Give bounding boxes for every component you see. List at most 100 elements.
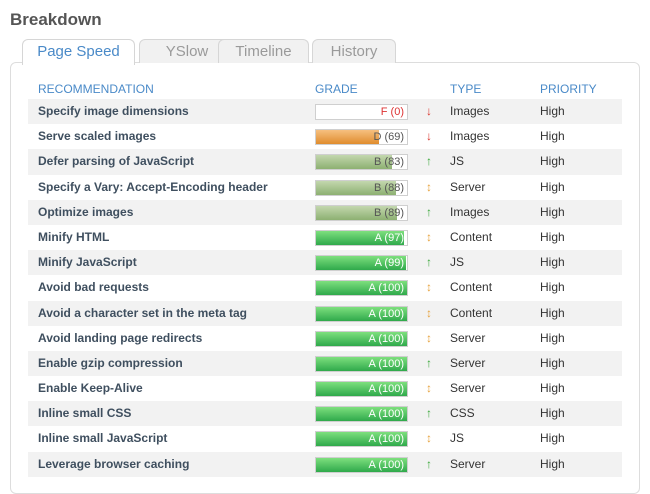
grade-bar: A (100) (315, 355, 408, 372)
table-row[interactable]: Minify HTML A (97) ↕ Content High (28, 225, 622, 250)
grade-value: B (89) (374, 206, 404, 219)
arrow-up-icon: ↑ (426, 204, 432, 219)
type-label: Content (450, 229, 493, 244)
priority-label: High (540, 255, 565, 270)
tab-history[interactable]: History (312, 39, 396, 63)
priority-label: High (540, 204, 565, 219)
type-label: JS (450, 431, 465, 446)
priority-label: High (540, 330, 565, 345)
grade-value: A (100) (368, 433, 404, 446)
recommendation-label: Defer parsing of JavaScript (38, 154, 195, 169)
grade-value: A (100) (368, 383, 404, 396)
arrow-updown-icon: ↕ (426, 381, 432, 396)
arrow-down-icon: ↓ (426, 129, 432, 144)
arrow-updown-icon: ↕ (426, 179, 432, 194)
recommendation-label: Serve scaled images (38, 129, 157, 144)
grade-bar: A (100) (315, 406, 408, 423)
grade-value: B (88) (374, 181, 404, 194)
type-label: JS (450, 154, 465, 169)
grade-bar: A (99) (315, 255, 408, 272)
table-row[interactable]: Specify a Vary: Accept-Encoding header B … (28, 175, 622, 200)
header-grade: GRADE (315, 82, 358, 96)
recommendation-label: Inline small CSS (38, 406, 132, 421)
grade-fill (316, 130, 379, 145)
recommendation-label: Inline small JavaScript (38, 431, 168, 446)
grade-value: D (69) (373, 131, 404, 144)
type-label: Content (450, 280, 493, 295)
arrow-updown-icon: ↕ (426, 305, 432, 320)
grade-bar: A (100) (315, 280, 408, 297)
grade-value: A (100) (368, 282, 404, 295)
recommendation-label: Enable Keep-Alive (38, 381, 143, 396)
recommendation-label: Specify image dimensions (38, 104, 189, 118)
grade-value: A (100) (368, 458, 404, 471)
grade-bar: A (100) (315, 381, 408, 398)
table-header: RECOMMENDATION GRADE TYPE PRIORITY (28, 78, 622, 98)
grade-bar: B (83) (315, 154, 408, 171)
recommendation-label: Avoid a character set in the meta tag (38, 305, 247, 320)
grade-bar: A (100) (315, 305, 408, 322)
arrow-up-icon: ↑ (426, 154, 432, 169)
priority-label: High (540, 355, 565, 370)
grade-value: A (97) (374, 231, 404, 244)
grade-bar: A (100) (315, 330, 408, 347)
grade-bar: B (89) (315, 204, 408, 221)
priority-label: High (540, 456, 565, 471)
arrow-updown-icon: ↕ (426, 280, 432, 295)
table-row[interactable]: Serve scaled images D (69) ↓ Images High (28, 124, 622, 149)
grade-bar: A (100) (315, 431, 408, 448)
priority-label: High (540, 406, 565, 421)
table-row[interactable]: Minify JavaScript A (99) ↑ JS High (28, 250, 622, 276)
grade-value: F (0) (380, 106, 404, 118)
arrow-up-icon: ↑ (426, 355, 432, 370)
table-row[interactable]: Inline small JavaScript A (100) ↕ JS High (28, 426, 622, 451)
grade-value: A (100) (368, 408, 404, 421)
arrow-updown-icon: ↕ (426, 229, 432, 244)
table-row[interactable]: Inline small CSS A (100) ↑ CSS High (28, 401, 622, 427)
grade-bar: B (88) (315, 179, 408, 196)
table-row[interactable]: Specify image dimensions F (0) ↓ Images High (28, 99, 622, 125)
header-recommendation: RECOMMENDATION (38, 82, 154, 96)
table-row[interactable]: Defer parsing of JavaScript B (83) ↑ JS High (28, 149, 622, 175)
table-row[interactable]: Enable gzip compression A (100) ↑ Server Hig… (28, 350, 622, 377)
grade-value: A (99) (374, 257, 404, 270)
arrow-up-icon: ↑ (426, 456, 432, 471)
table-row[interactable]: Optimize images B (89) ↑ Images High (28, 199, 622, 225)
header-type: TYPE (450, 82, 482, 96)
type-label: Content (450, 305, 493, 320)
type-label: Images (450, 104, 490, 118)
table-row[interactable]: Avoid landing page redirects A (100) ↕ Serv… (28, 326, 622, 351)
table-row[interactable]: Leverage browser caching A (100) ↑ Server Hi… (28, 451, 622, 477)
table-row[interactable]: Avoid bad requests A (100) ↕ Content High (28, 275, 622, 300)
tab-page-speed[interactable]: Page Speed (22, 39, 135, 65)
grade-value: A (100) (368, 332, 404, 345)
tab-timeline[interactable]: Timeline (218, 39, 309, 63)
page-title: Breakdown (10, 10, 102, 29)
type-label: Server (450, 355, 486, 370)
arrow-updown-icon: ↕ (426, 330, 432, 345)
recommendation-label: Leverage browser caching (38, 456, 190, 471)
recommendation-label: Minify JavaScript (38, 255, 137, 270)
priority-label: High (540, 381, 565, 396)
recommendation-label: Avoid bad requests (38, 280, 149, 295)
arrow-down-icon: ↓ (426, 104, 432, 118)
grade-bar: F (0) (315, 104, 408, 120)
recommendation-label: Minify HTML (38, 229, 110, 244)
type-label: Images (450, 204, 490, 219)
grade-bar: A (97) (315, 229, 408, 246)
priority-label: High (540, 229, 565, 244)
grade-value: A (100) (368, 357, 404, 370)
table-row[interactable]: Enable Keep-Alive A (100) ↕ Server High (28, 376, 622, 401)
table-row[interactable]: Avoid a character set in the meta tag A (… (28, 300, 622, 326)
recommendation-label: Avoid landing page redirects (38, 330, 203, 345)
grade-value: B (83) (374, 156, 404, 169)
priority-label: High (540, 154, 565, 169)
recommendation-label: Specify a Vary: Accept-Encoding header (38, 179, 268, 194)
type-label: CSS (450, 406, 475, 421)
type-label: Server (450, 381, 486, 396)
priority-label: High (540, 104, 565, 118)
arrow-up-icon: ↑ (426, 406, 432, 421)
priority-label: High (540, 129, 565, 144)
type-label: Server (450, 456, 486, 471)
arrow-up-icon: ↑ (426, 255, 432, 270)
